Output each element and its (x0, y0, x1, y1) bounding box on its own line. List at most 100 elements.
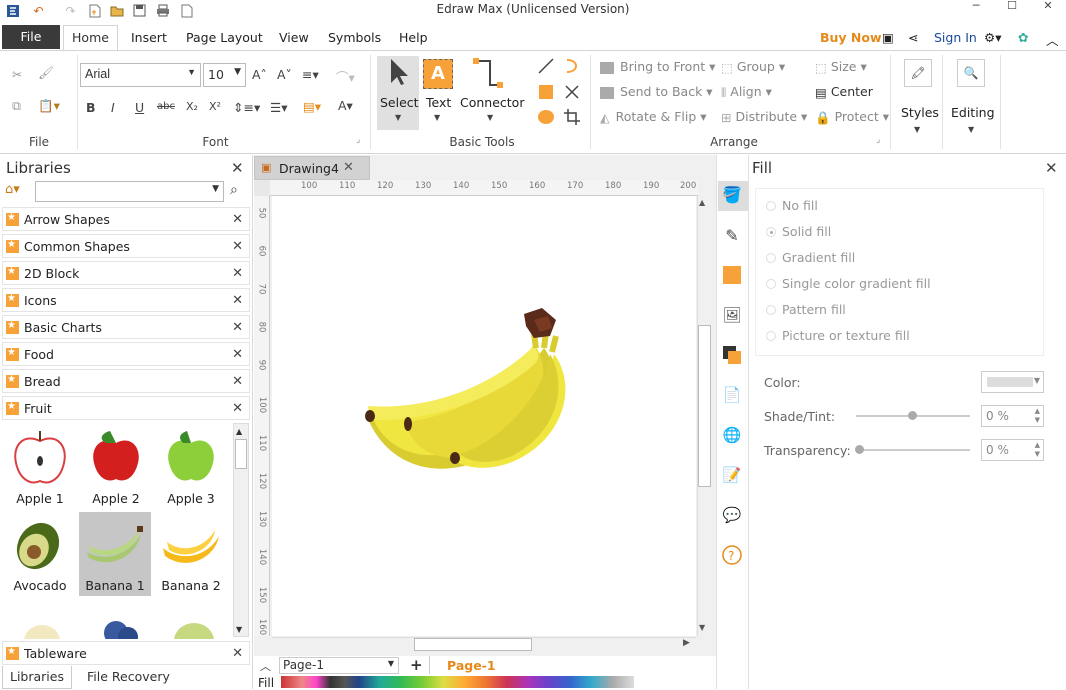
cut-icon[interactable]: ✂ (12, 67, 22, 82)
fill-option-single-color-gradient[interactable]: Single color gradient fill (766, 276, 931, 291)
library-item-common-shapes[interactable]: Common Shapes ✕ (2, 234, 250, 258)
library-item-food[interactable]: Food ✕ (2, 342, 250, 366)
layers-icon[interactable] (722, 345, 742, 365)
color-picker[interactable]: ▼ (981, 371, 1044, 393)
format-painter-icon[interactable]: 🖌 (38, 65, 54, 81)
print-icon[interactable] (154, 2, 171, 19)
text-dropdown-icon[interactable]: ▼ (434, 113, 440, 122)
canvas-hscroll-thumb[interactable] (414, 638, 532, 651)
tab-help[interactable]: Help (399, 30, 428, 45)
shade-tint-slider-thumb[interactable] (908, 411, 917, 420)
line-tool-icon[interactable] (537, 57, 555, 78)
shade-tint-input[interactable]: 0 % ▲ ▼ (981, 405, 1044, 427)
align-button[interactable]: ⫴ Align ▾ (721, 84, 772, 101)
undo-icon[interactable]: ↶ (30, 2, 47, 19)
close-window-button[interactable]: ✕ (1030, 0, 1066, 14)
font-dialog-launcher-icon[interactable]: ⌟ (356, 135, 360, 145)
shape-banana-1[interactable]: Banana 1 (79, 512, 151, 596)
share-icon[interactable]: ⋖ (908, 30, 918, 45)
bullets-icon[interactable]: ☰▾ (270, 100, 287, 115)
page-tab-active[interactable]: Page-1 (447, 658, 496, 673)
shape-apple-3[interactable]: Apple 3 (155, 425, 227, 511)
collapse-page-bar-icon[interactable]: ︿ (260, 658, 271, 674)
fill-option-picture-texture[interactable]: Picture or texture fill (766, 328, 910, 343)
shape-apple-1[interactable]: Apple 1 (4, 425, 76, 511)
home-icon[interactable]: ⌂▾ (5, 182, 20, 197)
save-icon[interactable] (131, 2, 148, 19)
library-item-fruit[interactable]: Fruit ✕ (2, 396, 250, 420)
superscript-icon[interactable]: X² (209, 100, 221, 113)
library-item-tableware[interactable]: Tableware ✕ (2, 641, 250, 665)
editing-button[interactable]: Editing (951, 105, 995, 120)
banana-shape[interactable] (272, 196, 696, 636)
close-document-icon[interactable]: ✕ (343, 160, 354, 175)
scroll-up-icon[interactable]: ▲ (236, 427, 242, 436)
text-button[interactable]: Text (426, 95, 451, 110)
image-icon[interactable]: 🖼 (722, 305, 742, 325)
rotate-flip-button[interactable]: ◭ Rotate & Flip ▾ (600, 109, 707, 125)
tab-page-layout[interactable]: Page Layout (186, 30, 263, 45)
comment-icon[interactable]: 💬 (722, 505, 742, 525)
bold-icon[interactable]: B (86, 100, 96, 115)
transparency-slider-thumb[interactable] (855, 445, 864, 454)
library-scroll-thumb[interactable] (235, 439, 247, 469)
connector-button[interactable]: Connector (460, 95, 524, 110)
canvas-vscroll-thumb[interactable] (698, 325, 711, 487)
hyperlink-icon[interactable]: 🌐 (722, 425, 742, 445)
help-icon[interactable]: ? (722, 545, 742, 565)
shape-apple-2[interactable]: Apple 2 (80, 425, 152, 511)
close-libraries-icon[interactable]: ✕ (231, 159, 244, 177)
fill-option-pattern-fill[interactable]: Pattern fill (766, 302, 846, 317)
scroll-up-icon[interactable]: ▲ (699, 198, 705, 207)
fill-option-no-fill[interactable]: No fill (766, 198, 818, 213)
fill-icon[interactable]: 🪣 (722, 184, 742, 204)
tab-home[interactable]: Home (63, 25, 118, 51)
buy-now-link[interactable]: Buy Now (820, 30, 882, 45)
grow-font-icon[interactable]: A˄ (252, 67, 267, 82)
arc-tool-icon[interactable] (563, 57, 581, 78)
font-family-select[interactable]: Arial ▼ (80, 63, 201, 87)
font-color-icon[interactable]: A▾ (338, 98, 353, 113)
library-search-input[interactable]: ▼ (35, 181, 224, 202)
export-icon[interactable] (178, 2, 195, 19)
search-icon[interactable]: ⌕ (230, 182, 238, 198)
gear-icon[interactable]: ⚙▾ (984, 30, 1001, 45)
library-item-bread[interactable]: Bread ✕ (2, 369, 250, 393)
align-icon[interactable]: ≡▾ (302, 67, 319, 82)
connector-dropdown-icon[interactable]: ▼ (487, 113, 493, 122)
page-select[interactable]: Page-1 ▼ (279, 657, 399, 674)
close-icon[interactable]: ✕ (232, 293, 243, 308)
maximize-button[interactable]: ☐ (994, 0, 1030, 14)
distribute-button[interactable]: ⊞ Distribute ▾ (721, 109, 807, 125)
page-properties-icon[interactable]: 📄 (722, 385, 742, 405)
fill-option-solid-fill[interactable]: Solid fill (766, 224, 831, 239)
subscript-icon[interactable]: X₂ (186, 100, 198, 113)
paste-icon[interactable]: 📋▾ (38, 98, 60, 114)
center-button[interactable]: ▤ Center (815, 84, 873, 100)
close-icon[interactable]: ✕ (232, 320, 243, 335)
redo-icon[interactable]: ↷ (62, 2, 79, 19)
fill-option-gradient-fill[interactable]: Gradient fill (766, 250, 855, 265)
shape-avocado[interactable]: Avocado (4, 512, 76, 598)
strikethrough-icon[interactable]: abc (157, 101, 175, 112)
scroll-right-icon[interactable]: ▶ (683, 638, 690, 648)
italic-icon[interactable]: I (111, 100, 115, 115)
tab-view[interactable]: View (279, 30, 309, 45)
puzzle-icon[interactable]: ✿ (1018, 30, 1028, 45)
copy-icon[interactable]: ⧉ (12, 98, 21, 114)
highlight-icon[interactable]: ▤▾ (303, 99, 321, 114)
close-icon[interactable]: ✕ (232, 347, 243, 362)
scroll-down-icon[interactable]: ▼ (699, 623, 705, 632)
transparency-input[interactable]: 0 % ▲ ▼ (981, 439, 1044, 461)
line-spacing-icon[interactable]: ⇕≡▾ (233, 100, 260, 115)
tab-drawing4[interactable]: ▣ Drawing4 ✕ (254, 156, 370, 180)
line-style-icon[interactable]: ✎ (722, 225, 742, 245)
underline-icon[interactable]: U (135, 100, 144, 115)
bring-to-front-button[interactable]: Bring to Front ▾ (600, 59, 715, 74)
shape-banana-2[interactable]: Banana 2 (155, 512, 227, 598)
close-icon[interactable]: ✕ (232, 239, 243, 254)
shadow-icon[interactable] (722, 265, 742, 285)
styles-button[interactable]: Styles (901, 105, 939, 120)
close-icon[interactable]: ✕ (232, 401, 243, 416)
tab-file[interactable]: File (2, 25, 60, 49)
